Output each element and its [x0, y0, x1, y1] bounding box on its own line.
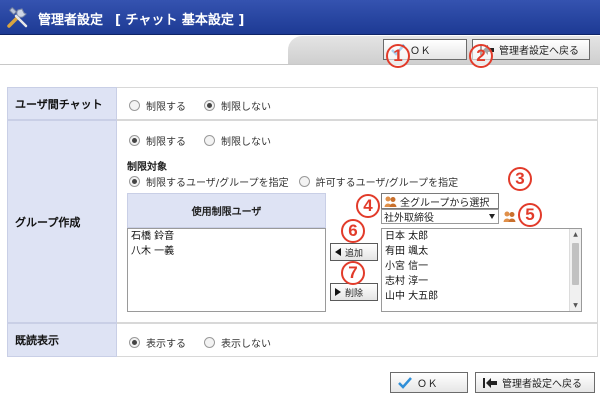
scroll-thumb[interactable] — [572, 243, 579, 285]
page-subtitle: [ チャット 基本設定 ] — [115, 13, 245, 28]
page-title: 管理者設定 [ チャット 基本設定 ] — [38, 9, 244, 28]
callout-7: 7 — [341, 261, 365, 285]
user-chat-label: ユーザ間チャット — [15, 97, 103, 111]
header-bar: 管理者設定 [ チャット 基本設定 ] — [0, 0, 600, 35]
read-display-radio-show[interactable] — [129, 337, 140, 348]
group-create-radio-no-restrict[interactable] — [204, 135, 215, 146]
read-display-option-hide: 表示しない — [221, 339, 271, 350]
row-user-chat: 制限する 制限しない — [117, 87, 598, 120]
check-icon — [398, 376, 412, 389]
ok-label: ＯＫ — [410, 46, 431, 57]
row-label-group-create: グループ作成 — [7, 120, 117, 323]
scrollbar[interactable]: ▲ ▼ — [569, 229, 581, 311]
candidate-users-list[interactable]: 日本 太郎 有田 颯太 小宮 信一 志村 淳一 山中 大五郎 ▲ ▼ — [381, 228, 582, 312]
add-label: 追加 — [345, 248, 364, 259]
remove-button[interactable]: 削除 — [330, 283, 378, 301]
read-display-radio-group: 表示する 表示しない — [129, 335, 271, 350]
group-icon — [384, 196, 397, 207]
group-dropdown[interactable]: 社外取締役 — [381, 209, 499, 224]
list-item[interactable]: 石橋 鈴音 — [128, 229, 325, 244]
row-read-display: 表示する 表示しない — [117, 323, 598, 357]
group-create-option-no-restrict: 制限しない — [221, 137, 271, 148]
scroll-down-icon[interactable]: ▼ — [570, 300, 581, 311]
row-label-user-chat: ユーザ間チャット — [7, 87, 117, 120]
restriction-target-radio-group: 制限するユーザ/グループを指定 許可するユーザ/グループを指定 — [129, 174, 458, 189]
target-radio-allowed[interactable] — [298, 176, 310, 187]
user-chat-radio-group: 制限する 制限しない — [129, 98, 271, 113]
chevron-down-icon — [489, 214, 495, 219]
ok-label: ＯＫ — [417, 379, 438, 390]
callout-1: 1 — [386, 44, 410, 68]
list-item[interactable]: 小宮 信一 — [382, 259, 581, 274]
row-label-read-display: 既読表示 — [7, 323, 117, 357]
back-label: 管理者設定へ戻る — [499, 46, 579, 57]
list-item[interactable]: 志村 淳一 — [382, 274, 581, 289]
triangle-left-icon — [335, 248, 341, 256]
list-item[interactable]: 八木 一義 — [128, 244, 325, 259]
target-option-allowed: 許可するユーザ/グループを指定 — [315, 178, 459, 189]
list-item[interactable]: 有田 颯太 — [382, 244, 581, 259]
restricted-users-header: 使用制限ユーザ — [127, 193, 326, 228]
scroll-up-icon[interactable]: ▲ — [570, 229, 581, 240]
user-chat-option-restrict: 制限する — [146, 102, 186, 113]
toolbar-divider — [0, 64, 600, 65]
user-chat-option-no-restrict: 制限しない — [221, 102, 271, 113]
back-to-admin-button-bottom[interactable]: 管理者設定へ戻る — [475, 372, 595, 393]
group-create-radio-restrict[interactable] — [129, 135, 140, 146]
page-title-main: 管理者設定 — [38, 13, 104, 28]
group-icon[interactable] — [503, 210, 516, 223]
tools-icon — [7, 7, 28, 28]
callout-5: 5 — [518, 203, 542, 227]
group-create-label: グループ作成 — [15, 215, 81, 229]
select-from-all-groups-label: 全グループから選択 — [400, 197, 490, 209]
read-display-label: 既読表示 — [15, 334, 59, 347]
group-create-option-restrict: 制限する — [146, 137, 186, 148]
remove-label: 削除 — [345, 288, 364, 299]
select-from-all-groups-button[interactable]: 全グループから選択 — [381, 193, 499, 209]
add-button[interactable]: 追加 — [330, 243, 378, 261]
restriction-target-heading: 制限対象 — [127, 162, 167, 173]
user-chat-radio-no-restrict[interactable] — [204, 100, 215, 111]
group-dropdown-value: 社外取締役 — [384, 213, 434, 224]
list-item[interactable]: 日本 太郎 — [382, 229, 581, 244]
target-radio-restricted[interactable] — [129, 176, 140, 187]
callout-3: 3 — [508, 167, 532, 191]
callout-2: 2 — [469, 44, 493, 68]
restricted-users-title: 使用制限ユーザ — [191, 207, 262, 218]
back-label: 管理者設定へ戻る — [502, 379, 582, 390]
back-arrow-icon — [483, 377, 497, 388]
target-option-restricted: 制限するユーザ/グループを指定 — [146, 178, 289, 189]
group-create-radio-group: 制限する 制限しない — [129, 133, 271, 148]
triangle-right-icon — [335, 288, 341, 296]
callout-4: 4 — [356, 194, 380, 218]
callout-6: 6 — [341, 219, 365, 243]
read-display-option-show: 表示する — [146, 339, 186, 350]
user-chat-radio-restrict[interactable] — [129, 100, 140, 111]
list-item[interactable]: 山中 大五郎 — [382, 289, 581, 304]
read-display-radio-hide[interactable] — [204, 337, 215, 348]
ok-button-bottom[interactable]: ＯＫ — [390, 372, 468, 393]
restricted-users-list[interactable]: 石橋 鈴音 八木 一義 — [127, 228, 326, 312]
